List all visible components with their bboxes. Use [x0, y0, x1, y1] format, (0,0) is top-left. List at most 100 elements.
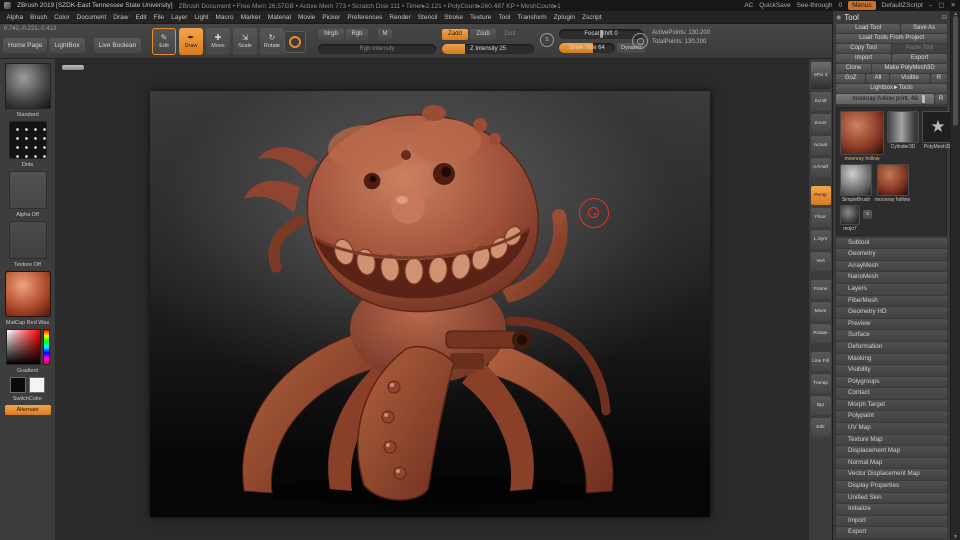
rgb-intensity-slider[interactable]: Rgb Intensity [318, 44, 436, 54]
shelf-button[interactable]: AAHalf [811, 158, 831, 177]
scale-button[interactable]: ⇲ Scale [233, 28, 257, 55]
restore-config-button[interactable]: R [935, 94, 947, 104]
zsub-button[interactable]: Zsub [470, 29, 496, 40]
home-page-button[interactable]: Home Page [3, 38, 47, 53]
move-button[interactable]: ✚ Move [206, 28, 230, 55]
shelf-button[interactable]: Line Fill [811, 352, 831, 371]
tool-section-header[interactable]: Normal Map [836, 458, 947, 469]
shelf-button[interactable]: Bpr [811, 396, 831, 415]
tool-section-header[interactable]: Polypaint [836, 411, 947, 422]
menu-item[interactable]: Edit [132, 11, 150, 24]
color-picker[interactable] [6, 329, 50, 365]
draw-size-slider[interactable]: Draw Size 64 [559, 43, 615, 53]
tool-section-header[interactable]: Vector Displacement Map [836, 469, 947, 480]
menu-item[interactable]: Macro [212, 11, 237, 24]
tool-section-header[interactable]: Import [836, 516, 947, 527]
moonray-hollow-thumbnail[interactable] [877, 164, 909, 196]
rgb-button[interactable]: Rgb [346, 29, 368, 40]
tool-section-header[interactable]: Unified Skin [836, 493, 947, 504]
tool-section-header[interactable]: Contact [836, 388, 947, 399]
see-through-slider[interactable]: See-through [797, 2, 833, 9]
goz-r-button[interactable]: R [931, 74, 947, 83]
mrgb-button[interactable]: Mrgb [318, 29, 344, 40]
shelf-button[interactable]: Floor [811, 208, 831, 227]
load-tools-from-project-button[interactable]: Load Tools From Project [836, 34, 947, 43]
stroke-thumbnail[interactable] [9, 121, 47, 159]
menu-item[interactable]: Alpha [3, 11, 27, 24]
menu-item[interactable]: Preferences [344, 11, 386, 24]
cylinder3d-thumbnail[interactable] [887, 111, 919, 143]
menu-item[interactable]: Render [386, 11, 414, 24]
copy-tool-button[interactable]: Copy Tool [836, 44, 891, 53]
brush-thumbnail[interactable] [5, 63, 51, 109]
menu-item[interactable]: Zscript [579, 11, 606, 24]
doc-scroll-slider[interactable] [62, 65, 84, 70]
active-tool-thumbnail[interactable] [840, 111, 884, 155]
menu-item[interactable]: Brush [27, 11, 51, 24]
menu-item[interactable]: Transform [514, 11, 550, 24]
shelf-button[interactable]: L.Sym [811, 230, 831, 249]
shelf-button[interactable]: Move [811, 302, 831, 321]
menu-item[interactable]: Stroke [441, 11, 467, 24]
tool-section-header[interactable]: Initialize [836, 504, 947, 515]
tool-section-header[interactable]: Displacement Map [836, 446, 947, 457]
rotate-button[interactable]: ↻ Rotate [260, 28, 284, 55]
tool-section-header[interactable]: Polygroups [836, 377, 947, 388]
stroke-curve-icon[interactable]: S [540, 33, 554, 47]
tool-section-header[interactable]: Export [836, 527, 947, 538]
import-button[interactable]: Import [836, 54, 891, 63]
tool-section-header[interactable]: NanoMesh [836, 272, 947, 283]
zcut-button[interactable]: Zcut [498, 29, 522, 40]
tool-section-header[interactable]: Subtool [836, 238, 947, 249]
shelf-button[interactable]: SPix 3 [811, 62, 831, 89]
menu-item[interactable]: Marker [237, 11, 264, 24]
menu-item[interactable]: Movie [294, 11, 318, 24]
menu-item[interactable]: Picker [319, 11, 344, 24]
menu-item[interactable]: File [150, 11, 167, 24]
script-name[interactable]: DefaultZScript [882, 2, 923, 9]
minimize-icon[interactable]: – [929, 0, 933, 11]
alt-color-swatch[interactable] [29, 377, 45, 393]
tool-section-header[interactable]: Morph Target [836, 400, 947, 411]
main-color-swatch[interactable] [10, 377, 26, 393]
texture-thumbnail[interactable] [9, 221, 47, 259]
goz-visible-button[interactable]: Visible [890, 74, 929, 83]
edit-button[interactable]: ✎ Edit [152, 28, 176, 55]
maximize-icon[interactable]: ▢ [938, 0, 944, 11]
quicksave-button[interactable]: QuickSave [759, 2, 790, 9]
alpha-thumbnail[interactable] [9, 171, 47, 209]
scrollbar-thumb[interactable] [953, 16, 958, 126]
shelf-button[interactable]: Transp [811, 374, 831, 393]
save-as-button[interactable]: Save As [901, 24, 947, 33]
polymesh3d-thumbnail[interactable]: ★ [922, 111, 950, 143]
tool-section-header[interactable]: Display Properties [836, 481, 947, 492]
shelf-button[interactable]: Scroll [811, 92, 831, 111]
menus-toggle[interactable]: Menus [848, 1, 876, 10]
shelf-button[interactable]: Actual [811, 136, 831, 155]
menu-item[interactable]: Stencil [414, 11, 441, 24]
brush-preview-button[interactable] [284, 31, 306, 53]
dynamic-size-icon[interactable] [632, 33, 648, 49]
menu-item[interactable]: Material [264, 11, 294, 24]
menu-item[interactable]: Document [73, 11, 110, 24]
menu-item[interactable]: Zplugin [550, 11, 578, 24]
saturation-square[interactable] [6, 329, 41, 365]
menu-item[interactable]: Draw [110, 11, 132, 24]
tool-section-header[interactable]: Geometry HD [836, 307, 947, 318]
close-icon[interactable]: ✕ [951, 0, 956, 11]
tool-section-header[interactable]: Masking [836, 354, 947, 365]
shelf-button[interactable]: Persp [811, 186, 831, 205]
shelf-button[interactable]: Zoom [811, 114, 831, 133]
m-button[interactable]: M [378, 29, 392, 40]
mojo7-thumbnail[interactable] [840, 205, 860, 225]
tool-section-header[interactable]: Surface [836, 330, 947, 341]
hue-strip[interactable] [43, 329, 50, 365]
tool-section-header[interactable]: FiberMesh [836, 296, 947, 307]
menu-item[interactable]: Light [191, 11, 212, 24]
sculpt-model[interactable] [150, 91, 710, 517]
draw-button[interactable]: ✒ Draw [179, 28, 203, 55]
shelf-button[interactable]: Vert [811, 252, 831, 271]
shelf-button[interactable]: Rotate [811, 324, 831, 343]
shelf-button[interactable]: Edit [811, 418, 831, 437]
tool-section-header[interactable]: Layers [836, 284, 947, 295]
